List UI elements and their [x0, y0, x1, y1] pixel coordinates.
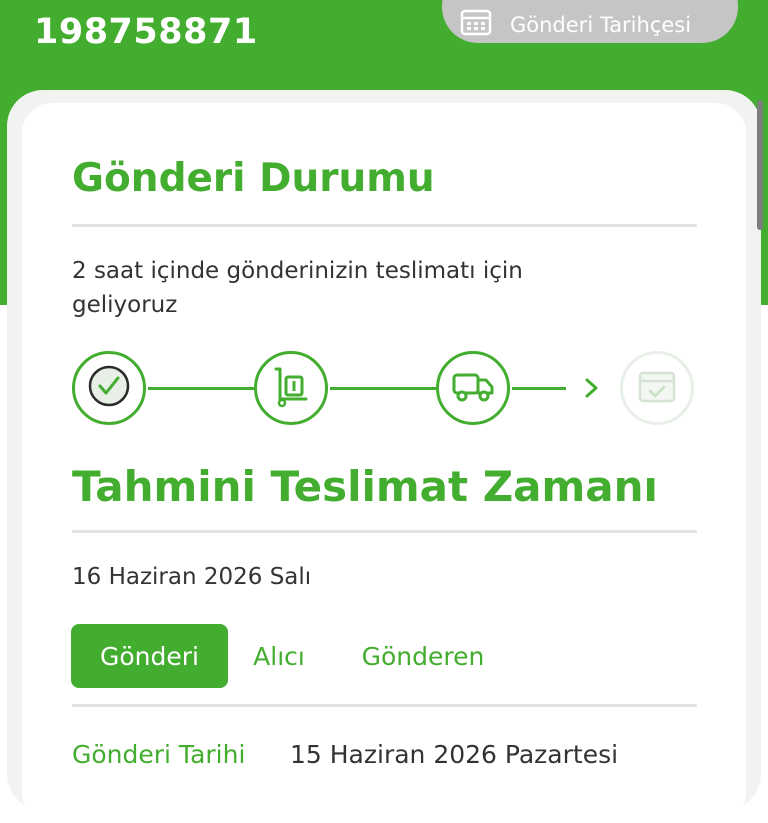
tab-shipment[interactable]: Gönderi: [71, 624, 228, 688]
check-circle-icon: [86, 363, 132, 413]
hand-truck-icon: [268, 363, 314, 413]
shipment-date-value: 15 Haziran 2026 Pazartesi: [290, 740, 619, 769]
package-check-icon: [634, 363, 680, 413]
scrollbar[interactable]: [757, 100, 763, 230]
divider: [72, 704, 697, 707]
shipment-date-label: Gönderi Tarihi: [72, 740, 246, 769]
estimated-delivery-title: Tahmini Teslimat Zamanı: [72, 462, 658, 511]
delivery-truck-icon: [450, 363, 496, 413]
estimated-delivery-date: 16 Haziran 2026 Salı: [72, 564, 312, 590]
step-order-received: [72, 351, 146, 425]
chevron-right-icon: [582, 376, 602, 404]
divider: [72, 530, 697, 533]
divider: [72, 224, 697, 227]
calendar-icon: [460, 8, 492, 41]
shipment-history-button[interactable]: Gönderi Tarihçesi: [442, 0, 738, 43]
step-picked-up: [254, 351, 328, 425]
step-delivered: [620, 351, 694, 425]
progress-connector: [148, 387, 254, 390]
status-message: 2 saat içinde gönderinizin teslimatı içi…: [72, 258, 523, 318]
step-in-transit: [436, 351, 510, 425]
shipment-status-title: Gönderi Durumu: [72, 156, 435, 201]
tab-sender[interactable]: Gönderen: [340, 624, 506, 688]
progress-connector: [512, 387, 566, 390]
tracking-number: 198758871: [34, 12, 258, 52]
shipment-history-label: Gönderi Tarihçesi: [510, 12, 692, 37]
tab-recipient[interactable]: Alıcı: [240, 624, 318, 688]
progress-connector: [330, 387, 436, 390]
